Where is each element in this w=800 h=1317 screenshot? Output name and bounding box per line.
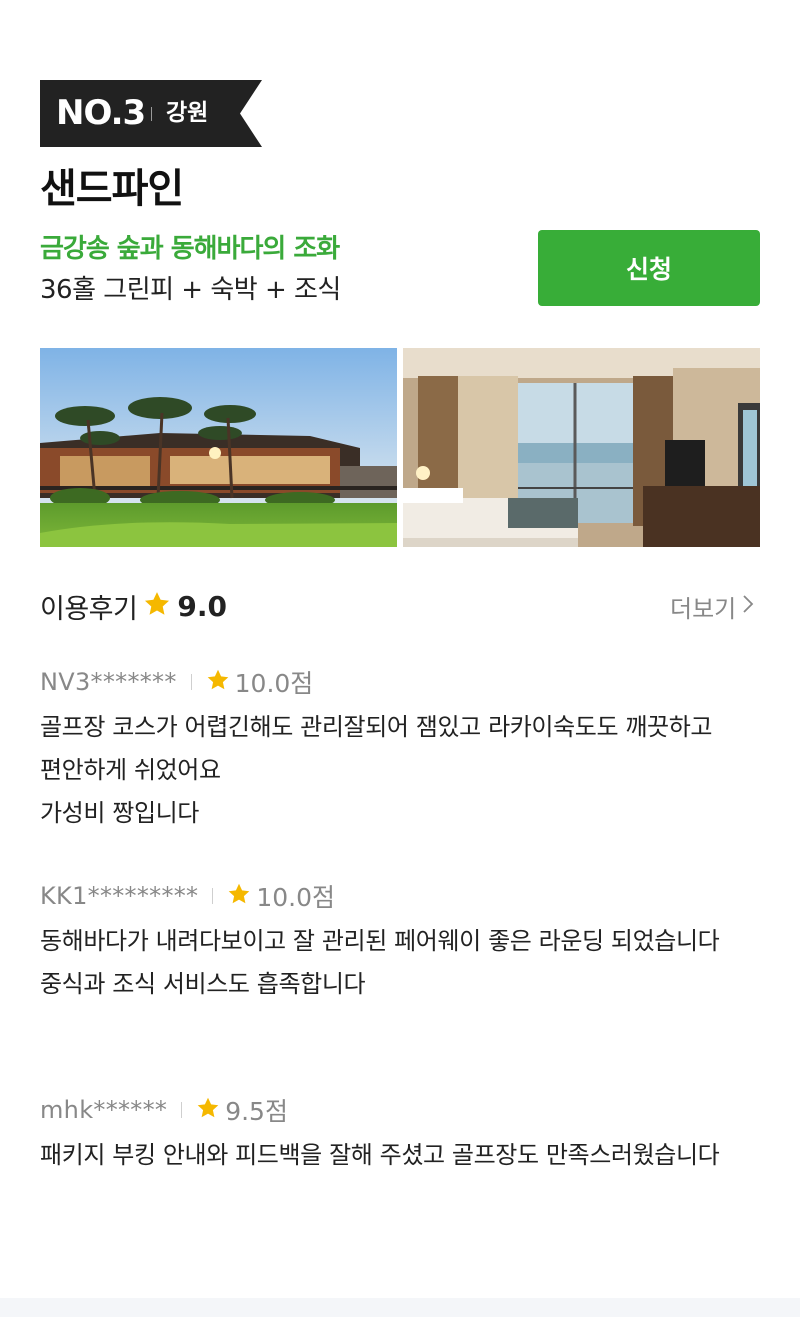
review-item: NV3******* 10.0점 골프장 코스가 어렵긴해도 관리잘되어 잼있고…: [40, 666, 770, 835]
badge-rank: NO.3: [56, 93, 146, 133]
review-item: KK1********* 10.0점 동해바다가 내려다보이고 잘 관리된 페어…: [40, 880, 770, 1006]
star-icon: [196, 1096, 220, 1124]
review-item: mhk****** 9.5점 패키지 부킹 안내와 피드백을 잘해 주셨고 골프…: [40, 1094, 770, 1177]
reviews-label: 이용후기: [40, 593, 138, 625]
package-description: 36홀 그린피 + 숙박 + 조식: [40, 275, 341, 305]
section-divider: [0, 1298, 800, 1317]
review-text: 패키지 부킹 안내와 피드백을 잘해 주셨고 골프장도 만족스러웠습니다: [40, 1141, 720, 1169]
rank-badge: NO.3 강원: [40, 80, 262, 147]
average-score: 9.0: [177, 589, 227, 623]
review-divider: [190, 674, 192, 690]
review-score: 10.0점: [234, 669, 314, 698]
review-score: 9.5점: [225, 1097, 288, 1126]
clubhouse-photo[interactable]: [40, 348, 397, 547]
review-divider: [212, 888, 214, 904]
hotel-room-photo[interactable]: [403, 348, 760, 547]
star-icon: [143, 590, 171, 622]
badge-region: 강원: [166, 100, 209, 126]
more-label: 더보기: [670, 594, 737, 623]
review-text: 동해바다가 내려다보이고 잘 관리된 페어웨이 좋은 라운딩 되었습니다 중식과…: [40, 927, 720, 998]
product-tagline: 금강송 숲과 동해바다의 조화: [40, 234, 340, 264]
review-divider: [181, 1102, 183, 1118]
review-user: mhk******: [40, 1096, 168, 1124]
review-text: 골프장 코스가 어렵긴해도 관리잘되어 잼있고 라카이숙도도 깨끗하고 편안하게…: [40, 713, 713, 827]
star-icon: [206, 668, 230, 696]
badge-divider: [151, 107, 152, 121]
more-link[interactable]: 더보기: [670, 590, 754, 623]
chevron-right-icon: [742, 592, 754, 620]
review-user: KK1*********: [40, 882, 199, 910]
reviews-header: 이용후기 9.0: [40, 588, 227, 625]
review-user: NV3*******: [40, 668, 177, 696]
apply-button[interactable]: 신청: [538, 230, 760, 306]
star-icon: [227, 882, 251, 910]
review-score: 10.0점: [256, 883, 336, 912]
product-title: 샌드파인: [40, 166, 184, 212]
